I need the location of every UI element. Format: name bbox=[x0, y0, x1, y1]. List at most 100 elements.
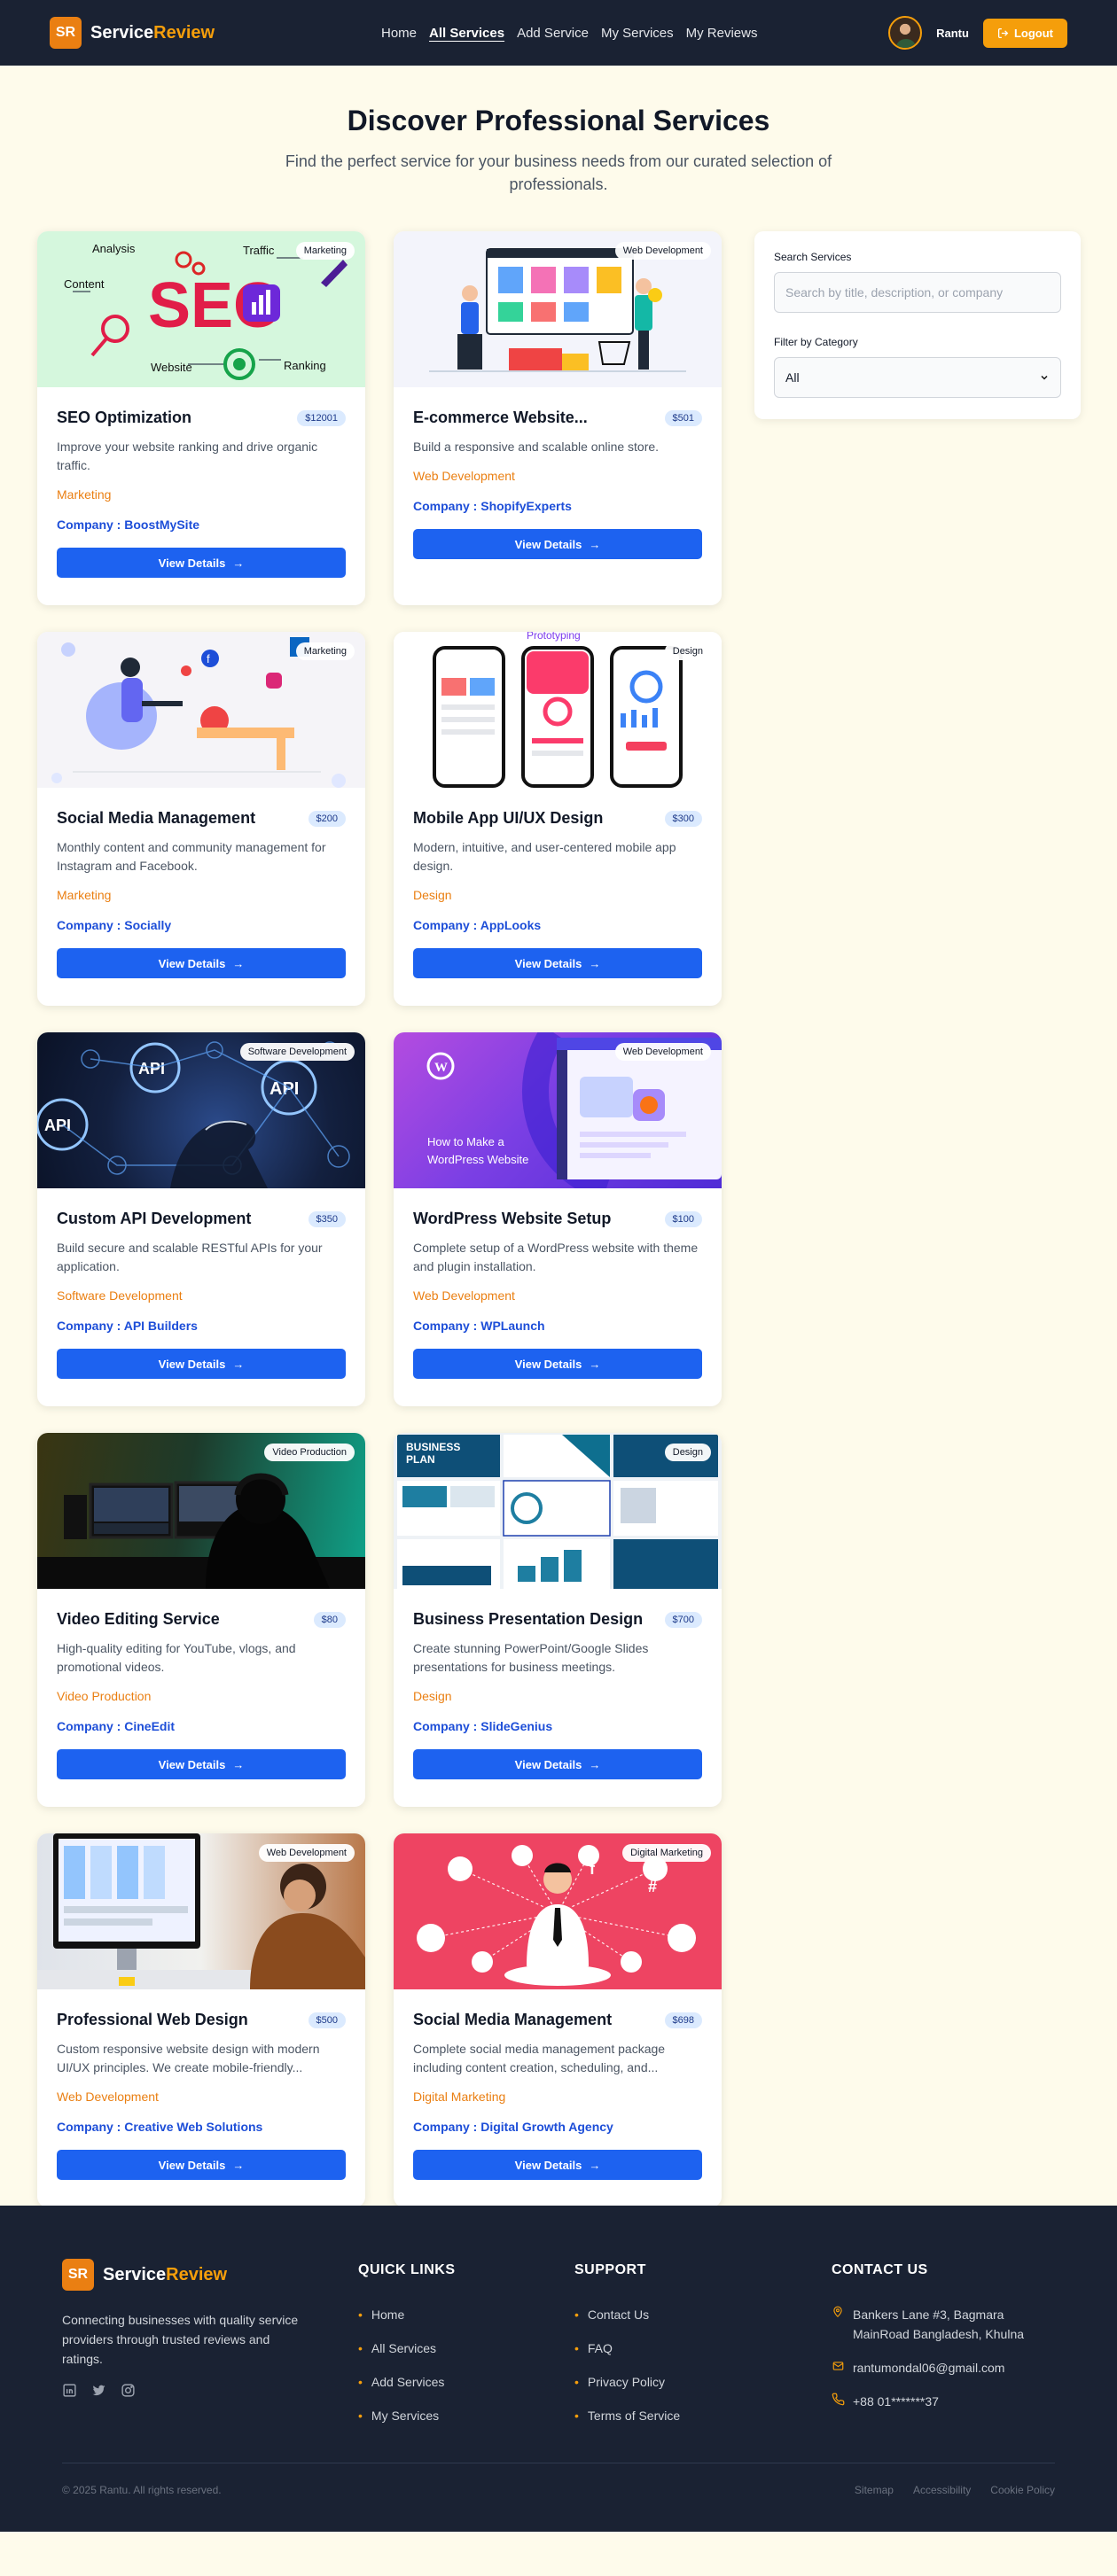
price-badge: $200 bbox=[308, 810, 346, 827]
service-image-seo: SEO Analysis Traffic Content Website Ran… bbox=[37, 231, 365, 387]
footer-link-sitemap[interactable]: Sitemap bbox=[855, 2484, 894, 2496]
view-details-button[interactable]: View Details → bbox=[57, 1349, 346, 1379]
service-category: Design bbox=[413, 1689, 452, 1703]
footer-link-terms[interactable]: Terms of Service bbox=[574, 2406, 680, 2425]
view-details-label: View Details bbox=[158, 1757, 226, 1771]
view-details-label: View Details bbox=[158, 556, 226, 570]
contact-email[interactable]: rantumondal06@gmail.com bbox=[832, 2358, 1044, 2378]
avatar[interactable] bbox=[888, 16, 923, 50]
social-links bbox=[62, 2383, 310, 2398]
service-image-api: API API API Software Development bbox=[37, 1032, 365, 1188]
main-nav: Home All Services Add Service My Service… bbox=[381, 0, 758, 66]
service-category: Design bbox=[413, 888, 452, 902]
footer-logo-accent: Review bbox=[166, 2264, 228, 2284]
service-description: Improve your website ranking and drive o… bbox=[57, 440, 318, 472]
service-category: Software Development bbox=[57, 1288, 183, 1303]
service-company: Company : ShopifyExperts bbox=[413, 499, 572, 513]
card-title-row: Social Media Management $698 bbox=[413, 2011, 702, 2029]
card-body: Social Media Management $698 Complete so… bbox=[394, 1989, 722, 2180]
service-description: Monthly content and community management… bbox=[57, 840, 326, 873]
linkedin-icon[interactable] bbox=[62, 2383, 77, 2398]
instagram-icon[interactable] bbox=[121, 2383, 136, 2398]
category-badge: Marketing bbox=[295, 242, 355, 260]
bp-line-2: PLAN bbox=[406, 1453, 435, 1466]
service-category: Digital Marketing bbox=[413, 2090, 506, 2104]
view-details-button[interactable]: View Details → bbox=[413, 529, 702, 559]
footer-description: Connecting businesses with quality servi… bbox=[62, 2313, 299, 2366]
footer-link-home[interactable]: Home bbox=[358, 2305, 456, 2324]
service-description: Build secure and scalable RESTful APIs f… bbox=[57, 1241, 323, 1273]
service-image-presentation: BUSINESS PLAN Design bbox=[394, 1433, 722, 1589]
logo-badge: SR bbox=[50, 17, 82, 49]
price-badge: $80 bbox=[313, 1611, 346, 1628]
search-input[interactable] bbox=[774, 272, 1061, 313]
nav-user-area: Rantu Logout bbox=[888, 16, 1067, 50]
view-details-button[interactable]: View Details → bbox=[413, 1749, 702, 1779]
category-badge: Software Development bbox=[239, 1043, 355, 1061]
card-title-row: Custom API Development $350 bbox=[57, 1210, 346, 1228]
arrow-right-icon: → bbox=[589, 537, 601, 551]
footer-link-cookie-policy[interactable]: Cookie Policy bbox=[990, 2484, 1055, 2496]
service-title: Mobile App UI/UX Design bbox=[413, 809, 604, 827]
category-badge: Video Production bbox=[264, 1444, 355, 1461]
service-company: Company : Socially bbox=[57, 918, 172, 932]
footer-quick-links: QUICK LINKS Home All Services Add Servic… bbox=[358, 2262, 456, 2440]
contact-address: Bankers Lane #3, Bagmara MainRoad Bangla… bbox=[832, 2305, 1044, 2344]
service-image-ecommerce: Web Development bbox=[394, 231, 722, 387]
contact-phone[interactable]: +88 01*******37 bbox=[832, 2392, 1044, 2411]
view-details-label: View Details bbox=[514, 956, 582, 970]
svg-text:W: W bbox=[434, 1061, 448, 1075]
card-body: Custom API Development $350 Build secure… bbox=[37, 1188, 365, 1379]
service-image-wordpress: W How to Make a WordPress Website Web De… bbox=[394, 1032, 722, 1188]
category-select-value: All bbox=[785, 370, 800, 385]
service-category: Marketing bbox=[57, 487, 112, 502]
footer-link-accessibility[interactable]: Accessibility bbox=[913, 2484, 971, 2496]
view-details-button[interactable]: View Details → bbox=[57, 1749, 346, 1779]
service-title: WordPress Website Setup bbox=[413, 1210, 612, 1227]
brand-logo[interactable]: SR ServiceReview bbox=[50, 17, 215, 49]
twitter-icon[interactable] bbox=[91, 2383, 106, 2398]
seo-word-analysis: Analysis bbox=[92, 242, 136, 255]
service-card: SEO Analysis Traffic Content Website Ran… bbox=[37, 231, 365, 605]
nav-add-service[interactable]: Add Service bbox=[517, 26, 589, 41]
view-details-button[interactable]: View Details → bbox=[413, 948, 702, 978]
logout-label: Logout bbox=[1013, 26, 1053, 40]
view-details-button[interactable]: View Details → bbox=[57, 2150, 346, 2180]
nav-all-services[interactable]: All Services bbox=[429, 26, 504, 41]
footer-bottom-links: Sitemap Accessibility Cookie Policy bbox=[855, 2484, 1055, 2496]
service-title: E-commerce Website... bbox=[413, 409, 588, 426]
service-card: f # Digital Marketing Social Media Manag… bbox=[394, 1833, 722, 2207]
category-select[interactable]: All bbox=[774, 357, 1061, 398]
footer-link-contact[interactable]: Contact Us bbox=[574, 2305, 680, 2324]
service-category: Web Development bbox=[413, 469, 515, 483]
footer-brand: SR ServiceReview Connecting businesses w… bbox=[62, 2259, 310, 2398]
address-text: Bankers Lane #3, Bagmara MainRoad Bangla… bbox=[853, 2308, 1025, 2341]
card-title-row: E-commerce Website... $501 bbox=[413, 409, 702, 427]
card-title-row: Business Presentation Design $700 bbox=[413, 1610, 702, 1629]
footer-link-add-services[interactable]: Add Services bbox=[358, 2372, 456, 2392]
svg-text:f: f bbox=[207, 652, 210, 665]
wp-line-2: WordPress Website bbox=[427, 1153, 528, 1166]
price-badge: $12001 bbox=[297, 409, 346, 426]
arrow-right-icon: → bbox=[232, 1357, 245, 1371]
service-company: Company : AppLooks bbox=[413, 918, 542, 932]
view-details-button[interactable]: View Details → bbox=[57, 948, 346, 978]
view-details-button[interactable]: View Details → bbox=[413, 1349, 702, 1379]
nav-my-services[interactable]: My Services bbox=[601, 26, 674, 41]
nav-my-reviews[interactable]: My Reviews bbox=[686, 26, 758, 41]
footer-link-all-services[interactable]: All Services bbox=[358, 2339, 456, 2358]
footer-link-privacy[interactable]: Privacy Policy bbox=[574, 2372, 680, 2392]
footer-link-my-services[interactable]: My Services bbox=[358, 2406, 456, 2425]
category-badge: Web Development bbox=[614, 1043, 711, 1061]
mail-icon bbox=[832, 2358, 846, 2378]
footer-logo[interactable]: SR ServiceReview bbox=[62, 2259, 310, 2291]
view-details-button[interactable]: View Details → bbox=[413, 2150, 702, 2180]
view-details-button[interactable]: View Details → bbox=[57, 548, 346, 578]
quick-links-heading: QUICK LINKS bbox=[358, 2262, 456, 2277]
nav-home[interactable]: Home bbox=[381, 26, 417, 41]
service-card: Video Production Video Editing Service $… bbox=[37, 1433, 365, 1807]
logout-button[interactable]: Logout bbox=[982, 18, 1067, 48]
service-company: Company : Digital Growth Agency bbox=[413, 2120, 613, 2134]
footer-link-faq[interactable]: FAQ bbox=[574, 2339, 680, 2358]
prototyping-text: Prototyping bbox=[527, 632, 581, 642]
